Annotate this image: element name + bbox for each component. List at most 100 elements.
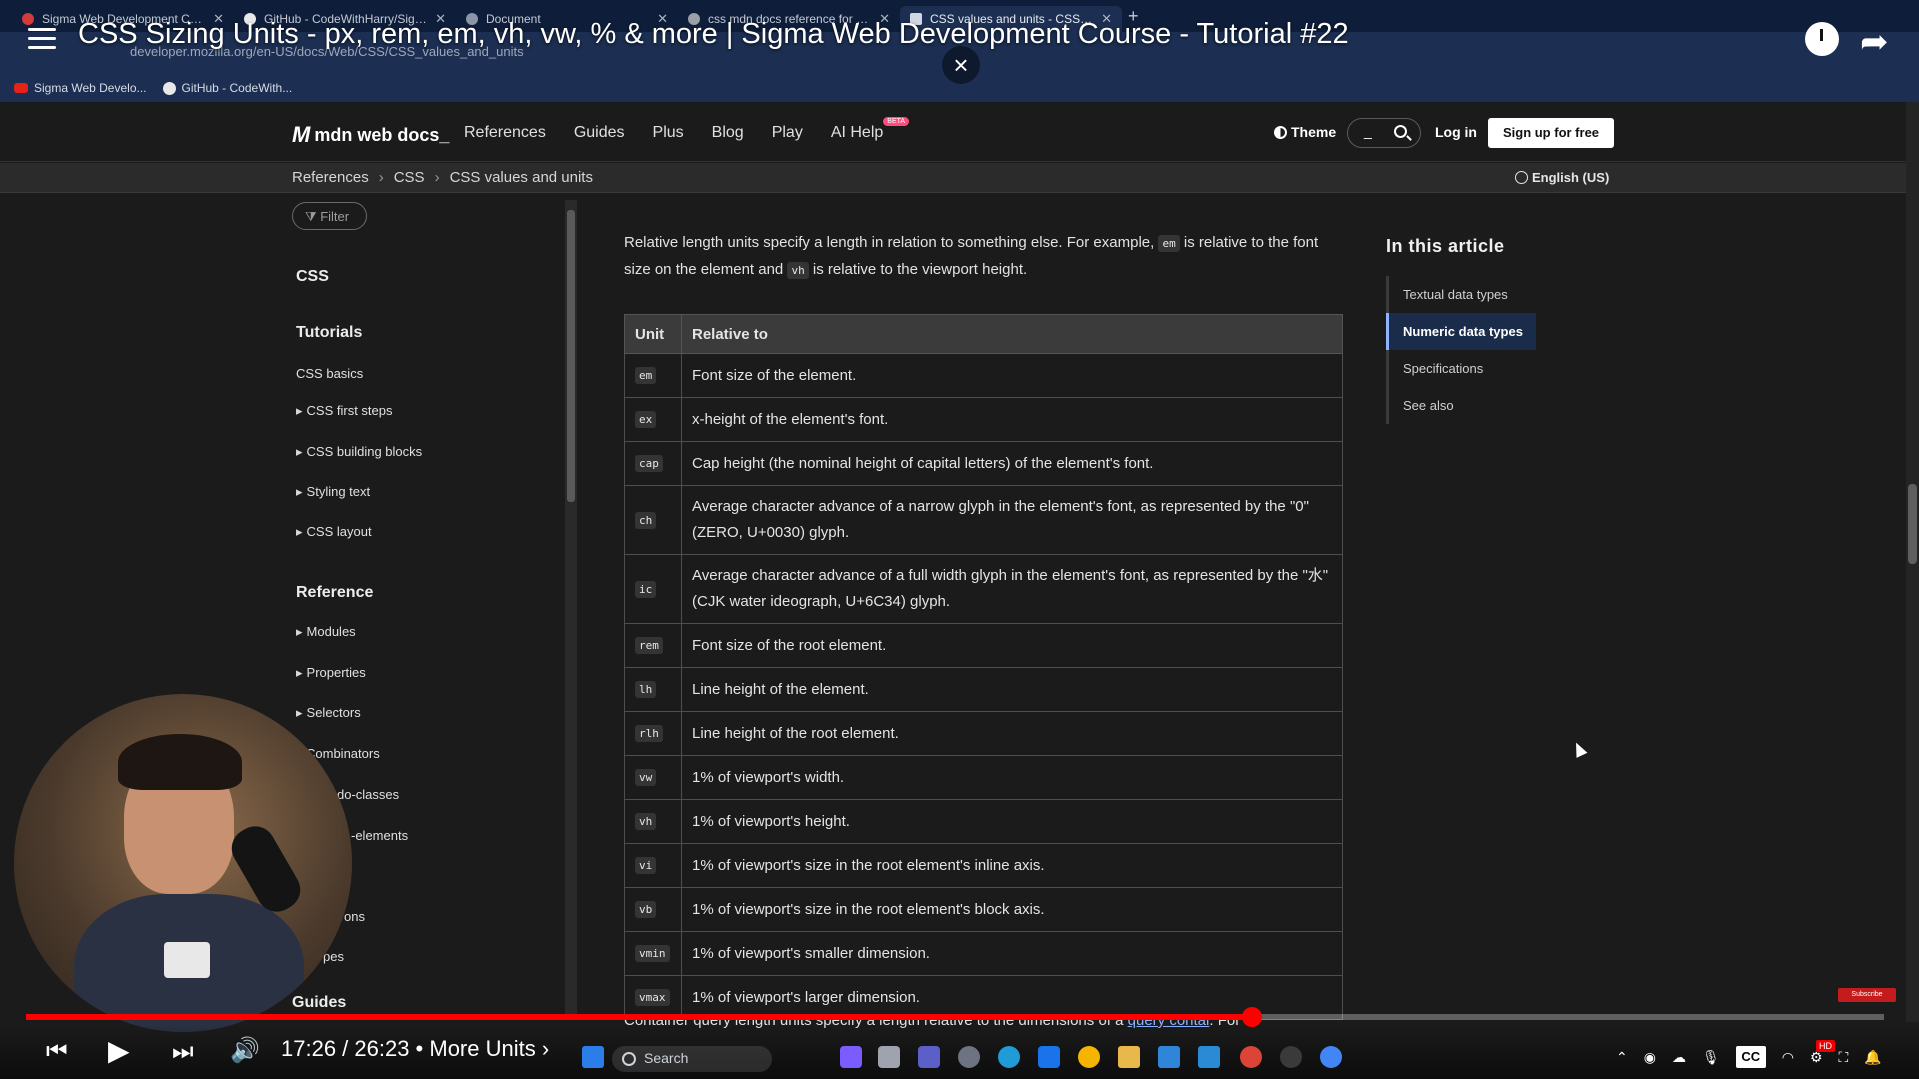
nav-plus[interactable]: Plus [653, 124, 684, 142]
filter-icon: ⧩ [305, 209, 321, 224]
unit-code: cap [635, 455, 663, 472]
obs-icon[interactable] [1280, 1046, 1302, 1068]
unit-description: Line height of the root element. [681, 711, 1343, 756]
captions-button[interactable]: CC [1735, 1046, 1766, 1068]
skype-icon[interactable] [1038, 1046, 1060, 1068]
sidebar-item-modules[interactable]: Modules [296, 624, 356, 640]
sidebar-item-css-layout[interactable]: CSS layout [296, 524, 372, 540]
signup-button[interactable]: Sign up for free [1488, 118, 1614, 148]
search-input[interactable]: _ [1347, 118, 1421, 148]
unit-code: em [635, 367, 657, 384]
taskbar-search[interactable]: Search [612, 1046, 772, 1072]
sidebar-item-combinators[interactable]: Combinators [306, 746, 380, 761]
mdn-logo[interactable]: Mmdn web docs_ [292, 122, 449, 148]
video-progress-bar[interactable] [26, 1007, 1884, 1027]
sidebar-item-css-first-steps[interactable]: CSS first steps [296, 403, 393, 419]
volume-icon[interactable]: 🔊 [230, 1036, 260, 1065]
edge-icon[interactable] [998, 1046, 1020, 1068]
breadcrumb-css[interactable]: CSS [394, 169, 425, 186]
sidebar-scrollbar[interactable] [565, 200, 577, 1020]
toc-item-specifications[interactable]: Specifications [1389, 350, 1536, 387]
unit-code: ex [635, 411, 657, 428]
chrome-icon[interactable] [1078, 1046, 1100, 1068]
play-icon[interactable]: ▶ [108, 1034, 130, 1067]
sidebar-item-properties[interactable]: Properties [296, 665, 366, 681]
sidebar-heading-tutorials: Tutorials [296, 324, 363, 341]
breadcrumb-bar: References › CSS › CSS values and units … [0, 163, 1919, 193]
page-scrollbar[interactable] [1906, 102, 1919, 1022]
sidebar-item-pseudo-classes[interactable]: do-classes [337, 787, 399, 802]
sidebar-item-css-basics[interactable]: CSS basics [296, 366, 363, 381]
sidebar-item-selectors[interactable]: Selectors [296, 705, 361, 721]
notification-icon[interactable]: 🔔 [1864, 1049, 1881, 1066]
unit-description: Line height of the element. [681, 667, 1343, 712]
unit-description: 1% of viewport's width. [681, 755, 1343, 800]
vscode-icon[interactable] [1158, 1046, 1180, 1068]
teams-icon[interactable] [840, 1046, 862, 1068]
subscribe-watermark[interactable]: Subscribe [1838, 988, 1896, 1002]
globe-icon [1515, 171, 1528, 184]
breadcrumb-css-values[interactable]: CSS values and units [450, 169, 593, 186]
chrome-active-icon[interactable] [1320, 1046, 1342, 1068]
nav-references[interactable]: References [464, 124, 546, 142]
sidebar-heading-css[interactable]: CSS [296, 268, 329, 286]
next-icon[interactable]: ⏭ [172, 1038, 194, 1066]
sidebar-item-css-building-blocks[interactable]: CSS building blocks [296, 444, 423, 460]
chevron-up-icon[interactable]: ⌃ [1616, 1049, 1628, 1066]
folder-icon[interactable] [1118, 1046, 1140, 1068]
shirt-logo [164, 942, 210, 978]
scrollbar-thumb[interactable] [567, 210, 575, 502]
intro-paragraph: Relative length units specify a length i… [624, 234, 1319, 279]
todo-icon[interactable] [1198, 1046, 1220, 1068]
chat-icon[interactable] [918, 1046, 940, 1068]
login-link[interactable]: Log in [1435, 124, 1477, 140]
menu-icon[interactable] [28, 28, 56, 50]
chrome-profile-icon[interactable] [1240, 1046, 1262, 1068]
file-icon[interactable] [878, 1046, 900, 1068]
nav-guides[interactable]: Guides [574, 124, 625, 142]
toc-item-textual-data-types[interactable]: Textual data types [1389, 276, 1536, 313]
sidebar-item-styling-text[interactable]: Styling text [296, 484, 371, 500]
table-row: vi 1% of viewport's size in the root elem… [624, 843, 1343, 888]
table-row: lh Line height of the element. [624, 667, 1343, 712]
table-row: vmin 1% of viewport's smaller dimension. [624, 931, 1343, 976]
unit-code: ic [635, 580, 657, 598]
wifi-icon[interactable]: ◠ [1782, 1049, 1794, 1066]
column-header-relative-to: Relative to [681, 314, 1343, 354]
settings-icon[interactable] [958, 1046, 980, 1068]
presenter-webcam [14, 694, 352, 1032]
scrollbar-thumb[interactable] [1908, 484, 1917, 564]
video-title[interactable]: CSS Sizing Units - px, rem, em, vh, vw, … [78, 18, 1349, 51]
language-switcher[interactable]: English (US) [1515, 170, 1609, 185]
bookmark-item[interactable]: GitHub - CodeWith... [162, 81, 292, 95]
close-icon[interactable]: × [942, 46, 980, 84]
cloud-icon[interactable]: ☁ [1672, 1049, 1686, 1066]
bookmark-item[interactable]: Sigma Web Develo... [14, 81, 147, 95]
nav-play[interactable]: Play [772, 124, 803, 142]
youtube-icon [22, 13, 34, 25]
tray-app-icon[interactable]: ◉ [1644, 1049, 1656, 1066]
toc-item-see-also[interactable]: See also [1389, 387, 1536, 424]
sidebar-item-functions[interactable]: ons [344, 909, 365, 924]
watch-later-icon[interactable] [1805, 22, 1839, 56]
previous-icon[interactable]: ⏮ [46, 1038, 68, 1066]
sidebar-item-pseudo-elements[interactable]: -elements [351, 828, 408, 843]
toc-item-numeric-data-types[interactable]: Numeric data types [1386, 313, 1536, 350]
windows-start-icon[interactable] [582, 1046, 604, 1068]
breadcrumb-references[interactable]: References [292, 169, 369, 186]
share-icon[interactable]: ➦ [1860, 22, 1889, 62]
unit-description: x-height of the element's font. [681, 397, 1343, 442]
fullscreen-icon[interactable]: ⛶ [1839, 1049, 1849, 1066]
mdn-m-icon: M [292, 122, 310, 147]
theme-icon [1274, 125, 1287, 139]
nav-blog[interactable]: Blog [712, 124, 744, 142]
mic-icon[interactable]: 🎙 [1702, 1049, 1720, 1066]
time-display[interactable]: 17:26 / 26:23 • More Units › [281, 1036, 549, 1062]
unit-description: Average character advance of a narrow gl… [681, 485, 1343, 555]
filter-input[interactable]: ⧩ Filter [292, 202, 367, 230]
nav-ai-help[interactable]: AI HelpBETA [831, 117, 910, 142]
theme-button[interactable]: Theme [1274, 124, 1336, 140]
article-content: Relative length units specify a length i… [580, 194, 1919, 1029]
table-row: cap Cap height (the nominal height of cap… [624, 441, 1343, 486]
unit-code: vb [635, 901, 657, 918]
